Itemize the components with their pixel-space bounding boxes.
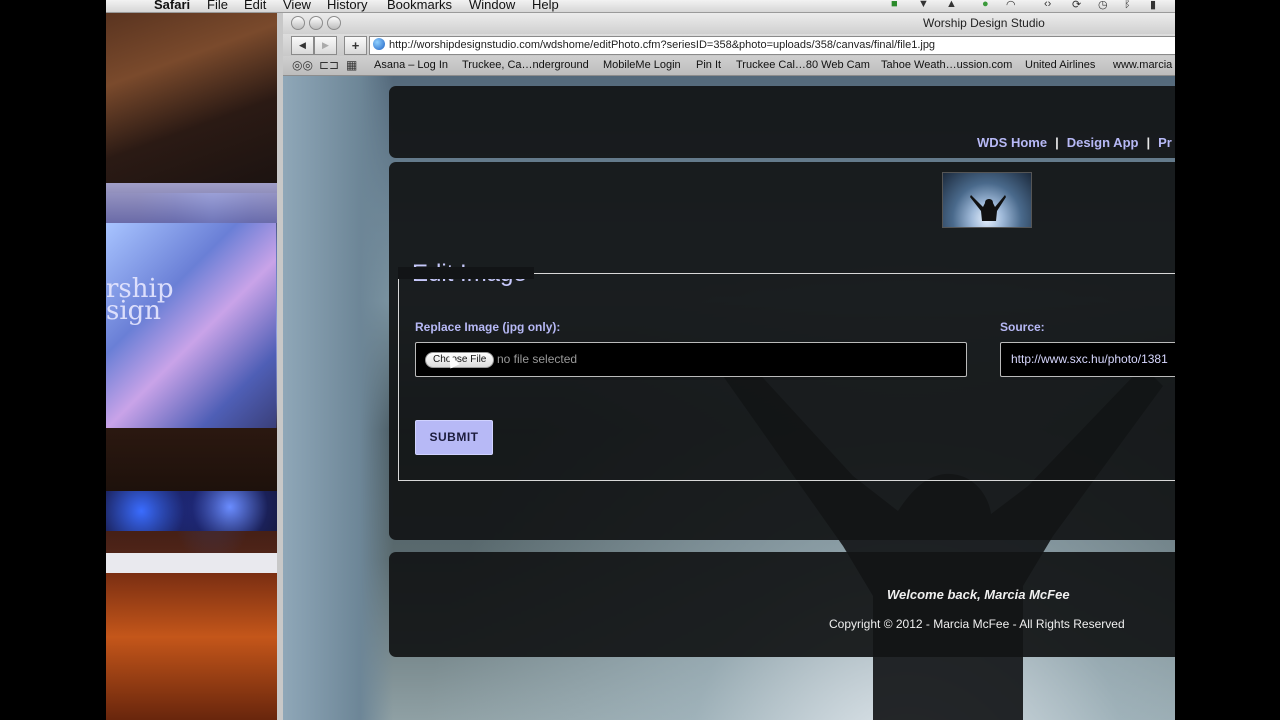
legend-background: [398, 267, 534, 279]
tray-code-icon[interactable]: ‹›: [1044, 0, 1051, 10]
close-window-button[interactable]: [291, 16, 305, 30]
minimize-window-button[interactable]: [309, 16, 323, 30]
browser-toolbar: ◀ ▶ + http://worshipdesignstudio.com/wds…: [283, 34, 1175, 56]
desktop-ceiling: [106, 13, 283, 193]
address-bar[interactable]: http://worshipdesignstudio.com/wdshome/e…: [369, 36, 1175, 55]
bookmark-item[interactable]: www.marcia: [1113, 59, 1172, 71]
add-bookmark-button[interactable]: +: [344, 36, 367, 55]
tray-wifi-icon[interactable]: ◠: [1006, 0, 1016, 11]
desktop-table: [106, 553, 283, 573]
desktop-background: rship sign: [106, 13, 283, 720]
desktop-screen-text: rship sign: [106, 276, 173, 324]
submit-button[interactable]: SUBMIT: [415, 420, 493, 455]
forward-arrow-icon: ▶: [322, 40, 329, 50]
nav-pr-link[interactable]: Pr: [1158, 135, 1172, 150]
letterbox-left: [0, 0, 106, 720]
plus-icon: +: [351, 38, 360, 53]
bookmark-item[interactable]: Truckee Cal…80 Web Cam: [736, 59, 870, 71]
bookmark-item[interactable]: Pin It: [696, 59, 721, 71]
tray-app-icon[interactable]: ■: [891, 0, 898, 10]
desktop-lights: [106, 491, 283, 531]
letterbox-right: [1175, 0, 1280, 720]
tray-timemachine-icon[interactable]: ◷: [1098, 0, 1108, 11]
desktop-floor: [106, 573, 283, 720]
address-bar-url[interactable]: http://worshipdesignstudio.com/wdshome/e…: [389, 39, 935, 51]
menu-file[interactable]: File: [207, 0, 228, 12]
menu-app-safari[interactable]: Safari: [154, 0, 190, 12]
no-file-selected-text: no file selected: [497, 352, 578, 366]
bookmark-item[interactable]: Truckee, Ca…nderground: [462, 59, 589, 71]
bookmark-item[interactable]: United Airlines: [1025, 59, 1095, 71]
mac-menu-bar: Safari File Edit View History Bookmarks …: [106, 0, 1175, 13]
tray-globe-icon[interactable]: ●: [982, 0, 989, 10]
globe-icon: [373, 38, 385, 50]
menu-help[interactable]: Help: [532, 0, 559, 12]
window-title: Worship Design Studio: [923, 16, 1045, 30]
replace-image-file-input[interactable]: Choose File no file selected: [415, 342, 967, 377]
bookmark-item[interactable]: MobileMe Login: [603, 59, 681, 71]
top-navigation: WDS Home | Design App | Pr: [977, 135, 1172, 150]
header-panel: WDS Home | Design App | Pr: [389, 86, 1175, 158]
bookmark-item[interactable]: Tahoe Weath…ussion.com: [881, 59, 1012, 71]
back-arrow-icon: ◀: [299, 40, 306, 50]
bookmarks-bar: ◎◎ ⊏⊐ ▦ Asana – Log In Truckee, Ca…nderg…: [283, 56, 1175, 76]
reading-glasses-icon[interactable]: ◎◎: [292, 58, 313, 72]
welcome-message: Welcome back, Marcia McFee: [887, 587, 1070, 602]
safari-window: Worship Design Studio ◀ ▶ + http://worsh…: [283, 13, 1175, 720]
tray-adobe-icon[interactable]: ▲: [946, 0, 957, 10]
source-label: Source:: [1000, 320, 1045, 334]
menu-edit[interactable]: Edit: [244, 0, 266, 12]
image-thumbnail: [942, 172, 1032, 228]
bookmark-item[interactable]: Asana – Log In: [374, 59, 448, 71]
choose-file-button[interactable]: Choose File: [425, 352, 495, 368]
menu-window[interactable]: Window: [469, 0, 515, 12]
thumbnail-silhouette-icon: [970, 195, 1006, 221]
tray-sync-icon[interactable]: ⟳: [1072, 0, 1081, 11]
edit-image-fieldset: Edit Image: [398, 260, 1175, 481]
window-titlebar: Worship Design Studio: [283, 13, 1175, 34]
tray-battery-icon[interactable]: ▮: [1150, 0, 1156, 11]
main-panel: Edit Image Replace Image (jpg only): Cho…: [389, 162, 1175, 540]
web-page: WDS Home | Design App | Pr Edit Image Replac…: [283, 76, 1175, 720]
source-input[interactable]: http://www.sxc.hu/photo/1381: [1000, 342, 1175, 377]
zoom-window-button[interactable]: [327, 16, 341, 30]
back-button[interactable]: ◀: [291, 36, 314, 55]
menu-bookmarks[interactable]: Bookmarks: [387, 0, 452, 12]
replace-image-label: Replace Image (jpg only):: [415, 320, 561, 334]
copyright-text: Copyright © 2012 - Marcia McFee - All Ri…: [829, 617, 1125, 631]
menu-history[interactable]: History: [327, 0, 367, 12]
tray-v-icon[interactable]: ▼: [918, 0, 929, 10]
grid-icon[interactable]: ▦: [346, 58, 357, 72]
tray-bluetooth-icon[interactable]: ᛒ: [1124, 0, 1131, 10]
nav-separator: |: [1055, 135, 1059, 150]
forward-button[interactable]: ▶: [314, 36, 337, 55]
page-background-wash: [283, 76, 393, 720]
nav-wds-home-link[interactable]: WDS Home: [977, 135, 1047, 150]
open-book-icon[interactable]: ⊏⊐: [319, 58, 339, 72]
nav-separator: |: [1146, 135, 1151, 150]
nav-design-app-link[interactable]: Design App: [1067, 135, 1139, 150]
menu-view[interactable]: View: [283, 0, 311, 12]
desktop-drape: [106, 183, 283, 223]
footer-panel: Welcome back, Marcia McFee Copyright © 2…: [389, 552, 1175, 657]
